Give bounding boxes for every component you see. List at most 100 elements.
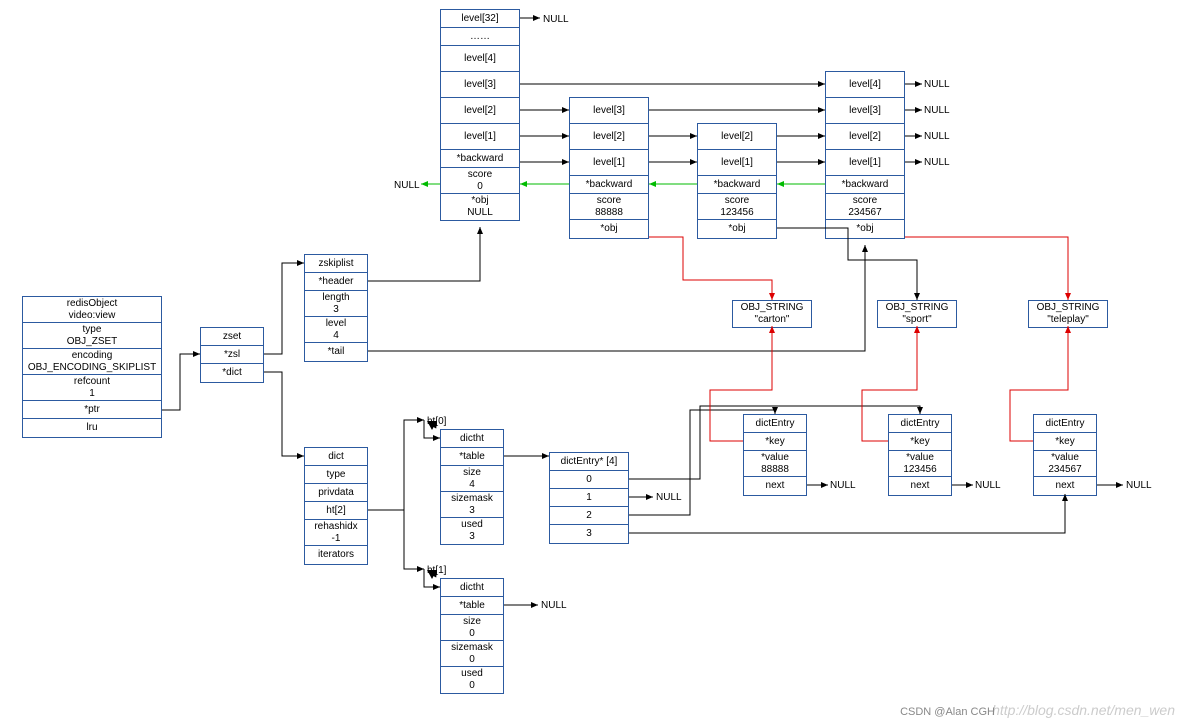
null-de2-next: NULL: [975, 480, 1001, 491]
hdr-l3: level[3]: [441, 72, 519, 98]
noded-bw: *backward: [826, 176, 904, 194]
redisobject-title: redisObjectvideo:view: [23, 297, 161, 323]
null-de1-next: NULL: [830, 480, 856, 491]
hdr-l32: level[32]: [441, 10, 519, 28]
dictht0-box: dictht *table size4 sizemask3 used3: [440, 429, 504, 545]
nodec-l1: level[1]: [698, 150, 776, 176]
dictht0-size: size4: [441, 466, 503, 492]
redisobject-type: typeOBJ_ZSET: [23, 323, 161, 349]
objstr-c: OBJ_STRING"sport": [878, 301, 956, 327]
de1-key: *key: [744, 433, 806, 451]
hdr-ldots: ……: [441, 28, 519, 46]
noded-l3: level[3]: [826, 98, 904, 124]
noded-l4: level[4]: [826, 72, 904, 98]
null-d-l3: NULL: [924, 105, 950, 116]
nodeb-box: level[3] level[2] level[1] *backward sco…: [569, 97, 649, 239]
nodec-obj: *obj: [698, 220, 776, 238]
null-ht1-table: NULL: [541, 600, 567, 611]
noded-l2: level[2]: [826, 124, 904, 150]
dictentryarr-2: 2: [550, 507, 628, 525]
dictentry1-box: dictEntry *key *value88888 next: [743, 414, 807, 496]
zskiplist-level: level4: [305, 317, 367, 343]
null-d-l2: NULL: [924, 131, 950, 142]
dictht0-table: *table: [441, 448, 503, 466]
hdr-l1: level[1]: [441, 124, 519, 150]
nodec-score: score123456: [698, 194, 776, 220]
nodeb-score: score88888: [570, 194, 648, 220]
de2-key: *key: [889, 433, 951, 451]
null-de3-next: NULL: [1126, 480, 1152, 491]
dictentry2-box: dictEntry *key *value123456 next: [888, 414, 952, 496]
dictht1-title: dictht: [441, 579, 503, 597]
de1-next: next: [744, 477, 806, 495]
objstr-d-box: OBJ_STRING"teleplay": [1028, 300, 1108, 328]
nodec-l2: level[2]: [698, 124, 776, 150]
noded-box: level[4] level[3] level[2] level[1] *bac…: [825, 71, 905, 239]
ht1-label: ht[1]: [427, 565, 446, 576]
dictentryarr-box: dictEntry* [4] 0 1 2 3: [549, 452, 629, 544]
objstr-b: OBJ_STRING"carton": [733, 301, 811, 327]
de2-title: dictEntry: [889, 415, 951, 433]
hdr-score: score0: [441, 168, 519, 194]
zskiplist-title: zskiplist: [305, 255, 367, 273]
dictentryarr-1: 1: [550, 489, 628, 507]
nodeb-bw: *backward: [570, 176, 648, 194]
dict-box: dict type privdata ht[2] rehashidx-1 ite…: [304, 447, 368, 565]
zset-box: zset *zsl *dict: [200, 327, 264, 383]
null-bw-hdr: NULL: [394, 180, 420, 191]
dict-type: type: [305, 466, 367, 484]
zskiplist-tail: *tail: [305, 343, 367, 361]
zskiplist-box: zskiplist *header length3 level4 *tail: [304, 254, 368, 362]
dict-rehashidx: rehashidx-1: [305, 520, 367, 546]
zset-zsl: *zsl: [201, 346, 263, 364]
redisobject-encoding: encodingOBJ_ENCODING_SKIPLIST: [23, 349, 161, 375]
dictht1-table: *table: [441, 597, 503, 615]
de3-title: dictEntry: [1034, 415, 1096, 433]
de3-val: *value234567: [1034, 451, 1096, 477]
redisobject-ptr: *ptr: [23, 401, 161, 419]
objstr-d: OBJ_STRING"teleplay": [1029, 301, 1107, 327]
zskiplist-header: *header: [305, 273, 367, 291]
de2-val: *value123456: [889, 451, 951, 477]
dict-title: dict: [305, 448, 367, 466]
dictht1-box: dictht *table size0 sizemask0 used0: [440, 578, 504, 694]
hdr-l2: level[2]: [441, 98, 519, 124]
redisobject-lru: lru: [23, 419, 161, 437]
dictentryarr-title: dictEntry* [4]: [550, 453, 628, 471]
objstr-c-box: OBJ_STRING"sport": [877, 300, 957, 328]
watermark: http://blog.csdn.net/men_wen: [992, 702, 1175, 718]
dictht1-used: used0: [441, 667, 503, 693]
nodeb-l1: level[1]: [570, 150, 648, 176]
redisobject-box: redisObjectvideo:view typeOBJ_ZSET encod…: [22, 296, 162, 438]
de3-next: next: [1034, 477, 1096, 495]
dict-ht2: ht[2]: [305, 502, 367, 520]
dictht1-size: size0: [441, 615, 503, 641]
noded-l1: level[1]: [826, 150, 904, 176]
dictentryarr-3: 3: [550, 525, 628, 543]
noded-score: score234567: [826, 194, 904, 220]
redisobject-refcount: refcount1: [23, 375, 161, 401]
zset-title: zset: [201, 328, 263, 346]
nodeb-l3: level[3]: [570, 98, 648, 124]
dictentry3-box: dictEntry *key *value234567 next: [1033, 414, 1097, 496]
dictentryarr-0: 0: [550, 471, 628, 489]
dict-privdata: privdata: [305, 484, 367, 502]
objstr-b-box: OBJ_STRING"carton": [732, 300, 812, 328]
noded-obj: *obj: [826, 220, 904, 238]
de1-val: *value88888: [744, 451, 806, 477]
csdn-credit: CSDN @Alan CGH: [900, 706, 995, 718]
zskiplist-length: length3: [305, 291, 367, 317]
nodec-bw: *backward: [698, 176, 776, 194]
dictht0-sizemask: sizemask3: [441, 492, 503, 518]
hdr-obj: *objNULL: [441, 194, 519, 220]
hdr-l4: level[4]: [441, 46, 519, 72]
hdr-bw: *backward: [441, 150, 519, 168]
dictht1-sizemask: sizemask0: [441, 641, 503, 667]
zset-dict: *dict: [201, 364, 263, 382]
dictht0-used: used3: [441, 518, 503, 544]
nodeb-obj: *obj: [570, 220, 648, 238]
dict-iterators: iterators: [305, 546, 367, 564]
null-l32: NULL: [543, 14, 569, 25]
null-slot1: NULL: [656, 492, 682, 503]
dictht0-title: dictht: [441, 430, 503, 448]
